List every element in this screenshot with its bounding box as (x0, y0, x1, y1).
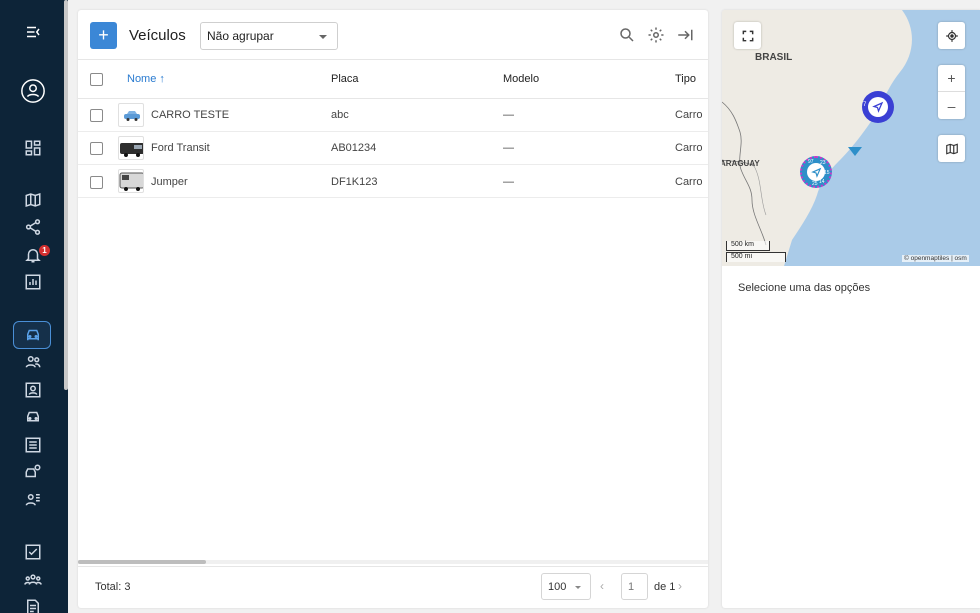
fullscreen-icon (742, 30, 753, 41)
notification-badge: 1 (39, 245, 50, 256)
account-icon[interactable] (19, 77, 47, 105)
cluster-badge: 15 (824, 170, 830, 176)
navigation-arrow-icon (868, 97, 888, 117)
driver-icon[interactable] (22, 461, 44, 483)
column-plate-header[interactable]: Placa (331, 73, 359, 85)
search-icon[interactable] (618, 26, 636, 44)
table-header: Nome ↑ Placa Modelo Tipo (78, 61, 708, 99)
vehicle-thumbnail (118, 103, 144, 127)
document-icon[interactable] (22, 596, 44, 613)
vehicle-plate: AB01234 (331, 142, 377, 154)
total-count: Total: 3 (95, 581, 131, 593)
row-checkbox[interactable] (90, 176, 103, 189)
vehicle-thumbnail (118, 169, 144, 193)
vehicle-thumbnail (118, 136, 144, 160)
column-model-header[interactable]: Modelo (503, 73, 539, 85)
zoom-control: + – (938, 65, 965, 119)
checklist-icon[interactable] (22, 541, 44, 563)
chevron-down-icon (319, 35, 327, 39)
gear-icon[interactable] (647, 26, 665, 44)
car-icon[interactable] (22, 324, 44, 346)
report-icon[interactable] (22, 271, 44, 293)
vehicle-model: — (503, 109, 514, 121)
row-checkbox[interactable] (90, 109, 103, 122)
page-title: Veículos (129, 27, 186, 44)
map-label-country: BRASIL (755, 52, 793, 63)
menu-icon[interactable] (22, 21, 44, 43)
vehicles-panel: + Veículos Não agrupar Nome ↑ Placa Mode… (78, 10, 708, 608)
vehicle-type: Carro (675, 142, 703, 154)
zoom-out-button[interactable]: – (938, 92, 965, 119)
zoom-in-button[interactable]: + (938, 65, 965, 92)
select-all-checkbox[interactable] (90, 73, 103, 86)
page-size-value: 100 (548, 581, 567, 593)
chevron-down-icon (575, 586, 581, 589)
list-icon[interactable] (22, 434, 44, 456)
cluster-count: 7 (863, 102, 867, 108)
contacts-icon[interactable] (22, 379, 44, 401)
dashboard-icon[interactable] (22, 137, 44, 159)
cluster-badge: 25 (812, 181, 818, 187)
arrow-up-icon: ↑ (159, 73, 165, 85)
table-row[interactable]: CARRO TESTE abc — Carro (78, 99, 708, 132)
share-icon[interactable] (22, 216, 44, 238)
vehicle-plate: DF1K123 (331, 176, 378, 188)
people-icon[interactable] (22, 351, 44, 373)
vehicle-name: Ford Transit (151, 142, 210, 154)
vehicle-plate: abc (331, 109, 349, 121)
row-checkbox[interactable] (90, 142, 103, 155)
map-icon[interactable] (22, 189, 44, 211)
chevron-right-icon[interactable]: › (678, 579, 682, 593)
map-scale-km: 500 km (726, 241, 770, 251)
fullscreen-button[interactable] (734, 22, 761, 49)
page-size-select[interactable]: 100 (541, 573, 591, 600)
group-icon[interactable] (22, 489, 44, 511)
page-number-input[interactable]: 1 (621, 573, 648, 600)
cluster-badge: 14 (819, 179, 825, 185)
toolbar: + Veículos Não agrupar (78, 10, 708, 60)
table-footer: Total: 3 100 ‹ 1 de 1 › (78, 566, 708, 608)
horizontal-scrollbar[interactable] (78, 560, 206, 564)
map-attribution[interactable]: © openmaptiles | osm (902, 255, 969, 262)
map-layers-button[interactable] (938, 135, 965, 162)
table-row[interactable]: Jumper DF1K123 — Carro (78, 165, 708, 198)
team-icon[interactable] (22, 569, 44, 591)
column-type-header[interactable]: Tipo (675, 73, 696, 85)
column-name-label: Nome (127, 73, 157, 85)
empty-selection-message: Selecione uma das opções (738, 282, 871, 294)
cluster-badge: 97 (808, 159, 814, 165)
detail-panel: BRASIL ARAGUAY 7 97 23 15 25 14 500 km 5… (722, 10, 980, 608)
vehicle-type: Carro (675, 109, 703, 121)
page-total: de 1 (654, 581, 676, 593)
map-icon (945, 143, 958, 154)
vehicle-model: — (503, 142, 514, 154)
table-row[interactable]: Ford Transit AB01234 — Carro (78, 132, 708, 165)
cluster-badge: 23 (820, 160, 826, 166)
crosshair-icon (945, 29, 958, 42)
map-label-neighbor: ARAGUAY (722, 159, 760, 168)
sidebar-scrollbar[interactable] (64, 0, 68, 390)
group-by-select[interactable]: Não agrupar (200, 22, 338, 50)
group-by-value: Não agrupar (207, 29, 274, 43)
collapse-panel-icon[interactable] (676, 26, 694, 44)
add-vehicle-button[interactable]: + (90, 22, 117, 49)
vehicle-direction-marker[interactable] (848, 147, 862, 156)
vehicle-icon[interactable] (22, 406, 44, 428)
my-location-button[interactable] (938, 22, 965, 49)
chevron-left-icon[interactable]: ‹ (600, 579, 604, 593)
map-view[interactable]: BRASIL ARAGUAY 7 97 23 15 25 14 500 km 5… (722, 10, 980, 266)
vehicle-type: Carro (675, 176, 703, 188)
vehicle-name: Jumper (151, 176, 188, 188)
column-name-header[interactable]: Nome ↑ (127, 73, 165, 85)
vehicle-model: — (503, 176, 514, 188)
vehicle-cluster-marker[interactable]: 7 (862, 91, 894, 123)
vehicle-cluster-marker[interactable]: 97 23 15 25 14 (800, 156, 832, 188)
vehicle-name: CARRO TESTE (151, 109, 230, 121)
sidebar: 1 (0, 0, 68, 613)
map-scale-mi: 500 mi (726, 252, 786, 262)
